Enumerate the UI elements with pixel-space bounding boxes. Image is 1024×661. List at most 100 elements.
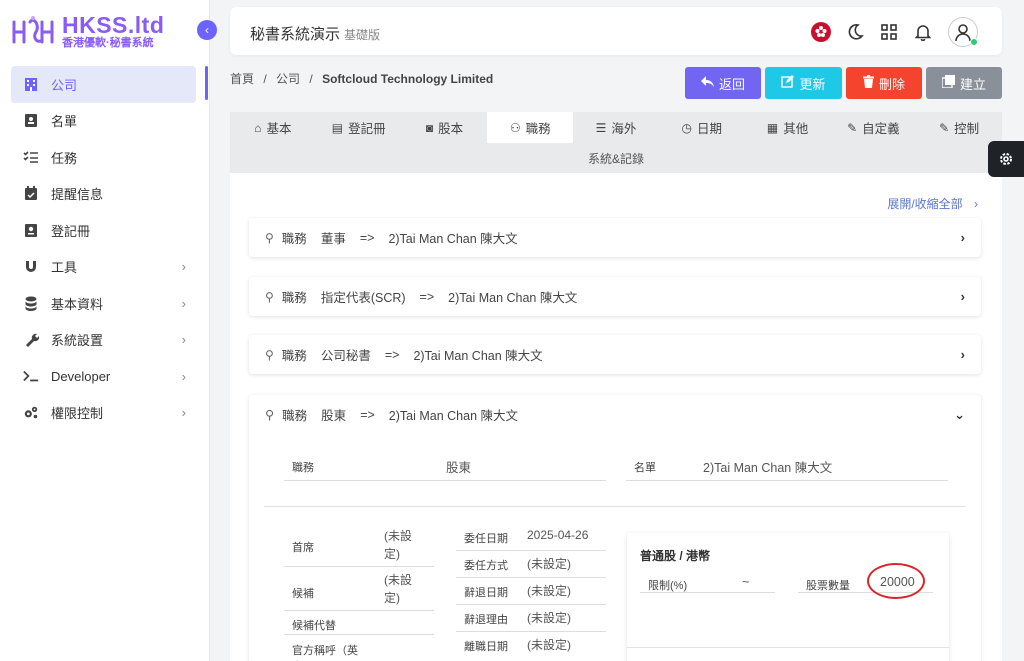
create-button[interactable]: 建立 [926,67,1002,99]
trash-icon [862,75,874,91]
tab-others[interactable]: ▦ 其他 [745,112,831,143]
sidebar-item-register[interactable]: 登記冊 [11,212,196,249]
back-button[interactable]: 返回 [685,67,761,99]
delete-button[interactable]: 刪除 [846,67,922,99]
create-label: 建立 [959,76,986,92]
chief-field: 首席 (未設定) [284,523,434,567]
dark-mode-moon-icon[interactable] [844,21,866,43]
field-label: 股票數量 [806,580,850,592]
sidebar-item-permissions[interactable]: 權限控制 › [11,395,196,432]
sidebar-menu: 公司 名單 任務 提醒信息 登記冊 工具 › 基本資料 › 系統設置 › Dev… [11,66,196,431]
chevron-left-icon: ‹ [205,23,209,37]
gears-icon [23,405,39,421]
highlight-circle-annotation [867,563,925,599]
online-status-dot [970,38,978,46]
breadcrumb-home[interactable]: 首頁 [230,72,254,86]
sidebar-item-label: 公司 [51,77,78,93]
building-icon [23,76,39,92]
position-person: 2)Tai Man Chan 陳大文 [388,232,518,246]
document-icon: ▤ [331,120,344,135]
field-label: 候補 [292,588,314,600]
position-accordion-secretary[interactable]: ⚲ 職務 公司秘書 => 2)Tai Man Chan 陳大文 › [249,335,981,374]
edition-label: 基礎版 [344,28,381,42]
field-label: 名單 [634,462,656,474]
tab-basic[interactable]: ⌂ 基本 [230,112,316,143]
sidebar-item-basic-data[interactable]: 基本資料 › [11,285,196,322]
sidebar-item-contacts[interactable]: 名單 [11,103,196,140]
tab-custom[interactable]: ✎ 自定義 [830,112,916,143]
tab-dates[interactable]: ◷ 日期 [659,112,745,143]
sidebar-item-reminders[interactable]: 提醒信息 [11,176,196,213]
chevron-right-icon: › [181,405,186,421]
position-accordion-director[interactable]: ⚲ 職務 董事 => 2)Tai Man Chan 陳大文 › [249,218,981,257]
field-label: 委任方式 [464,560,508,572]
name-field: 名單 2)Tai Man Chan 陳大文 [626,455,948,481]
database-icon [23,295,39,311]
chevron-right-icon: › [960,289,965,304]
field-value: (未設定) [384,529,412,561]
expand-collapse-all-link[interactable]: 展開/收縮全部 › [887,195,978,212]
position-role: 指定代表(SCR) [320,291,406,305]
user-edit-icon: ✎ [939,120,950,135]
chevron-right-icon: › [181,295,186,311]
calendar-check-icon [23,186,39,202]
notification-bell-icon[interactable] [912,21,934,43]
contact-card-icon [23,113,39,129]
card-divider [627,647,949,648]
sidebar-item-company[interactable]: 公司 [11,66,196,103]
sidebar-item-developer[interactable]: Developer › [11,358,196,395]
position-arrow: => [359,230,375,245]
breadcrumb-current: Softcloud Technology Limited [322,72,494,86]
tab-bar: ⌂ 基本 ▤ 登記冊 ◙ 股本 ⚇ 職務 ☰ 海外 ◷ 日期 ▦ 其他 ✎ 自定義 ✎ 控制 系統… [230,112,1002,173]
field-label: 首席 [292,542,314,554]
tab-system-records[interactable]: 系統&記錄 [230,143,1002,173]
sidebar-item-system-settings[interactable]: 系統設置 › [11,322,196,359]
chevron-right-icon: › [181,332,186,348]
field-value: 股東 [446,461,472,475]
field-label: 辭退日期 [464,587,508,599]
position-accordion-scr[interactable]: ⚲ 職務 指定代表(SCR) => 2)Tai Man Chan 陳大文 › [249,277,981,316]
sidebar-item-tasks[interactable]: 任務 [11,139,196,176]
back-label: 返回 [718,76,745,92]
checklist-icon [23,149,39,165]
user-avatar[interactable] [948,17,978,47]
update-button[interactable]: 更新 [765,67,842,99]
tab-positions[interactable]: ⚇ 職務 [487,112,574,143]
gear-icon [1000,153,1012,165]
expand-all-label: 展開/收縮全部 [887,197,963,211]
field-value: (未設定) [384,573,412,605]
sidebar-item-label: 名單 [51,114,78,130]
accordion-header[interactable]: ⚲ 職務 股東 => 2)Tai Man Chan 陳大文 ⌄ [249,395,981,434]
sidebar-item-label: 基本資料 [51,296,104,312]
tab-control[interactable]: ✎ 控制 [916,112,1002,143]
tab-share-capital[interactable]: ◙ 股本 [402,112,488,143]
breadcrumb-section[interactable]: 公司 [276,72,300,86]
sidebar-item-tools[interactable]: 工具 › [11,249,196,286]
tab-overseas[interactable]: ☰ 海外 [573,112,659,143]
position-prefix: 職務 [282,409,308,423]
tab-label: 股本 [438,122,464,136]
limit-field: 限制(%) ~ [640,569,775,593]
leaving-date-field: 離職日期 (未設定) [456,632,606,659]
brand-subtitle: 香港優軟·秘書系統 [62,37,154,49]
user-icon: ⚲ [265,230,274,245]
brand-logo[interactable]: HKSS.ltd 香港優軟·秘書系統 [10,14,164,50]
edit-icon [781,75,795,91]
resignation-reason-field: 辭退理由 (未設定) [456,605,606,632]
grid-icon: ▦ [766,120,779,135]
sidebar-collapse-button[interactable]: ‹ [197,20,217,40]
resignation-date-field: 辭退日期 (未設定) [456,578,606,605]
server-icon: ☰ [595,120,607,135]
settings-gear-button[interactable] [988,141,1024,177]
sidebar-item-label: 權限控制 [51,406,104,422]
active-indicator [205,66,208,100]
position-prefix: 職務 [281,291,307,305]
tab-register[interactable]: ▤ 登記冊 [316,112,402,143]
hk-flag-icon[interactable] [810,21,832,43]
users-icon: ⚇ [509,120,521,135]
field-label: 候補代替 [292,620,336,632]
sidebar-item-label: 登記冊 [51,223,91,239]
page-title: 秘書系統演示 基礎版 [250,23,380,44]
apps-grid-icon[interactable] [878,21,900,43]
sidebar-item-label: 系統設置 [51,333,104,349]
